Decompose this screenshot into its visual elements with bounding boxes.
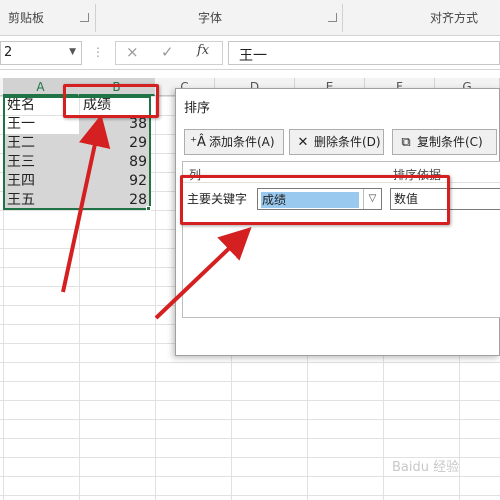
annotation-arrows xyxy=(61,114,252,320)
arrow-to-score-header xyxy=(61,114,111,293)
arrow-to-primary-key xyxy=(154,226,252,320)
watermark: Baidu 经验 xyxy=(392,460,460,475)
